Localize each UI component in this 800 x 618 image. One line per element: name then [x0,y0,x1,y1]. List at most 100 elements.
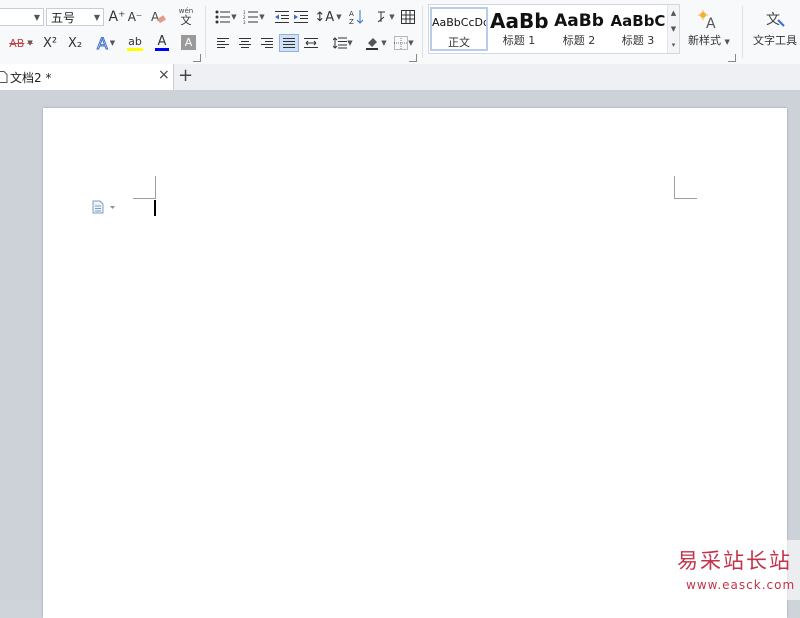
borders-icon [394,36,409,50]
new-tab-button[interactable]: + [178,65,193,87]
decrease-indent-button[interactable] [273,8,291,26]
watermark-url: www.easck.com [686,578,796,592]
style-heading-1[interactable]: AaBb 标题 1 [490,7,548,51]
highlight-button[interactable]: ab [122,34,148,52]
style-preview: AaBbCcDd [432,16,488,29]
chevron-down-icon: ▼ [347,39,353,47]
font-family-select[interactable]: ▼ [0,8,44,26]
phonetic-guide-button[interactable]: wén 文 [173,6,199,28]
table-button[interactable] [399,8,417,26]
align-right-icon [261,38,273,48]
subscript-button[interactable]: X₂ [64,34,86,52]
shading-button[interactable]: ▼ [363,34,389,52]
font-color-button[interactable]: A [150,34,174,52]
align-center-button[interactable] [237,35,253,51]
style-name: 标题 2 [562,34,596,47]
font-color-label: A [157,34,167,49]
bullet-list-icon [215,10,231,24]
font-color-bar [155,48,169,51]
new-style-icon: A [698,10,716,30]
grow-font-button[interactable]: A⁺ [108,8,126,26]
strikethrough-label: AB [9,36,25,50]
clear-formatting-button[interactable]: A [148,8,168,26]
bullets-button[interactable]: ▼ [213,8,239,26]
chevron-down-icon: ▼ [389,13,395,21]
style-heading-3[interactable]: AaBbC 标题 3 [609,7,667,51]
change-case-button[interactable]: ↕A ▼ [313,8,343,26]
new-style-button[interactable]: A 新样式 ▼ [684,6,734,52]
separator [742,6,743,58]
line-spacing-button[interactable]: ▼ [330,34,356,52]
styles-dialog-launcher[interactable] [728,54,736,62]
distributed-icon [304,38,318,48]
shrink-font-button[interactable]: A⁻ [127,8,143,26]
subscript-label: X₂ [67,35,83,51]
text-caret [154,200,156,216]
svg-text:A: A [706,16,716,30]
chevron-up-icon[interactable]: ▲ [668,5,679,21]
new-style-label: 新样式 [688,34,722,47]
style-name: 标题 3 [621,34,655,47]
paragraph-mark-icon [377,11,386,23]
increase-indent-button[interactable] [292,8,310,26]
chevron-down-icon: ▼ [724,38,730,46]
document-tab[interactable]: 文档2 * × [0,64,174,90]
character-shading-button[interactable]: A [181,35,196,50]
gallery-expand-icon[interactable]: ▾ [668,37,679,53]
chevron-down-icon: ▼ [381,39,387,47]
text-direction-icon: ↕A [314,9,335,25]
shrink-font-label: A⁻ [127,10,143,24]
superscript-button[interactable]: X² [40,34,60,52]
style-heading-2[interactable]: AaBb 标题 2 [550,7,608,51]
close-icon[interactable]: × [158,67,170,83]
superscript-label: X² [42,35,58,51]
eraser-icon: A [151,10,166,24]
chevron-down-icon: ▼ [27,39,33,47]
grow-font-label: A⁺ [108,9,126,25]
style-gallery: AaBbCcDd 正文 AaBb 标题 1 AaBb 标题 2 AaBbC 标题… [428,4,680,54]
align-center-icon [239,38,251,48]
borders-button[interactable]: ▼ [391,34,417,52]
svg-text:A: A [151,10,160,24]
style-gallery-scroll[interactable]: ▲ ▼ ▾ [667,5,679,53]
align-left-button[interactable] [215,35,231,51]
paragraph-options-icon[interactable] [92,199,118,214]
justify-button[interactable] [279,34,299,52]
font-size-select[interactable]: 五号 ▼ [46,8,104,26]
chevron-down-icon: ▼ [109,39,116,47]
style-normal[interactable]: AaBbCcDd 正文 [430,7,488,51]
style-name: 正文 [448,36,470,49]
strikethrough-button[interactable]: AB ▼ [4,34,38,52]
style-preview: AaBb [554,11,604,31]
document-tab-bar: 文档2 * × + [0,64,800,91]
chevron-down-icon: ▼ [408,39,414,47]
svg-text:3: 3 [243,20,246,24]
numbering-button[interactable]: 123 ▼ [241,8,267,26]
align-right-button[interactable] [259,35,275,51]
phonetic-char: 文 [180,14,192,27]
chevron-down-icon: ▼ [93,13,100,22]
text-effect-label: A [96,33,108,53]
char-shading-label: A [184,36,193,49]
svg-text:文: 文 [766,12,780,28]
document-tab-label: 文档2 * [10,71,52,85]
show-marks-button[interactable]: ▼ [372,8,398,26]
font-dialog-launcher[interactable] [193,54,201,62]
margin-corner-top-left [133,176,156,199]
font-size-value: 五号 [51,11,76,25]
text-tools-button[interactable]: 文 文字工具 [748,6,800,52]
text-effect-button[interactable]: A ▼ [92,33,120,53]
sort-button[interactable]: AZ [347,8,365,26]
numbered-list-icon: 123 [243,10,259,24]
paragraph-dialog-launcher[interactable] [409,54,417,62]
sort-az-icon: AZ [349,10,363,25]
highlight-label: ab [128,34,142,48]
chevron-down-icon[interactable]: ▼ [668,21,679,37]
text-tools-label: 文字工具 [753,34,797,47]
site-watermark: 易采站长站 www.easck.com [672,540,800,600]
highlight-color-bar [127,47,143,51]
margin-corner-top-right [674,176,697,199]
distributed-button[interactable] [302,35,320,51]
style-name: 标题 1 [502,34,536,47]
line-spacing-icon [333,37,348,49]
